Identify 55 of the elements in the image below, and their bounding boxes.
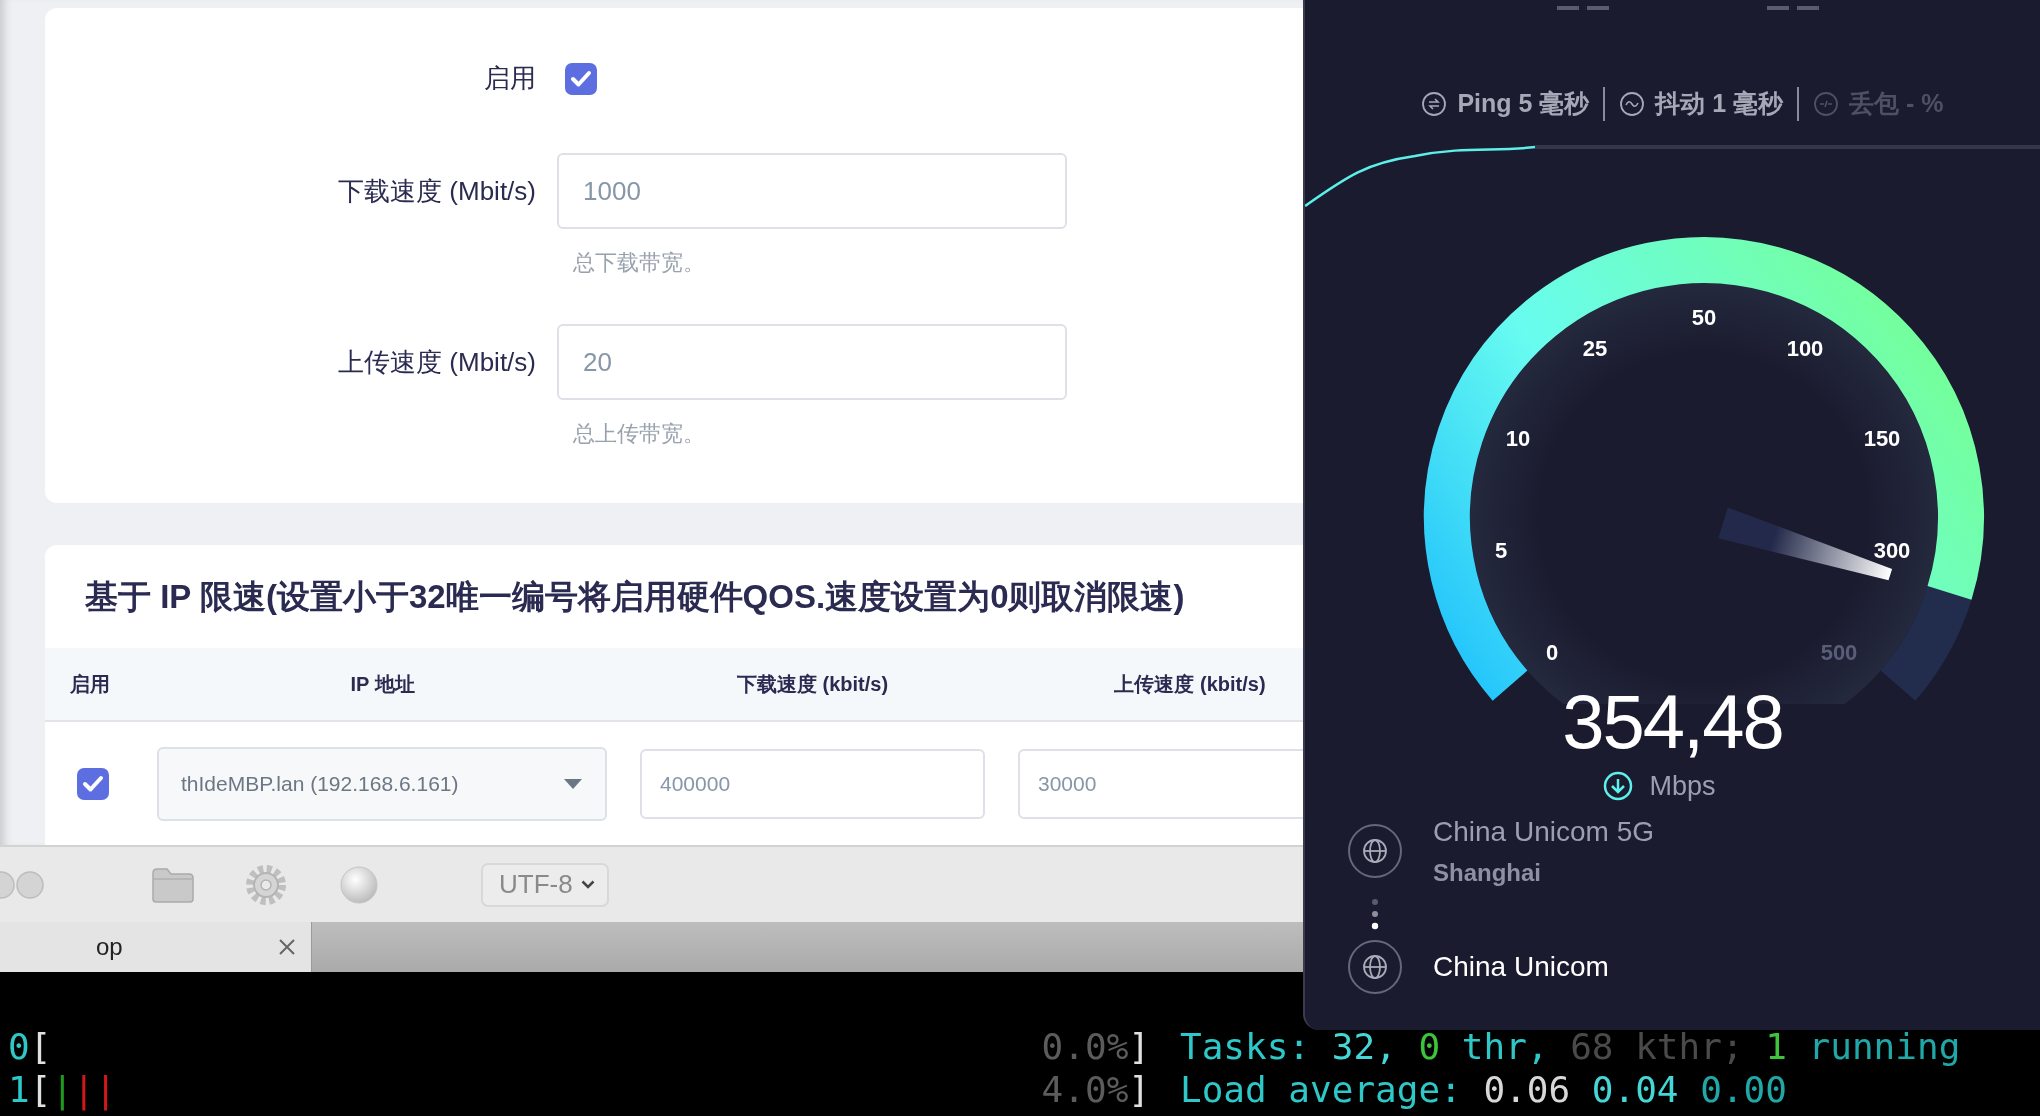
system-info: Tasks: 32, 0 thr, 68 kthr; 1 running xyxy=(1180,1025,1961,1068)
gauge-tick-label: 150 xyxy=(1863,425,1901,451)
close-icon[interactable] xyxy=(278,938,296,956)
folder-icon[interactable] xyxy=(152,866,194,903)
column-header: 下载速度 (kbit/s) xyxy=(736,673,889,695)
stat-label: 抖动 1 毫秒 xyxy=(1655,88,1784,120)
gauge-tick-label: 25 xyxy=(1582,335,1608,361)
server-name: China Unicom 5G xyxy=(1433,814,1654,849)
unit-label: Mbps xyxy=(1649,770,1716,803)
column-header: 上传速度 (kbit/s) xyxy=(1114,673,1266,695)
input-field[interactable]: 30000 xyxy=(1018,748,1303,819)
ping-icon xyxy=(1421,91,1448,117)
input-field[interactable]: 1000 xyxy=(557,153,1067,229)
column-header: IP 地址 xyxy=(350,673,415,695)
system-info: Load average: 0.06 0.04 0.00 xyxy=(1180,1068,1787,1111)
speed-value: 354,48 xyxy=(1562,684,1783,760)
chevron-icon xyxy=(580,880,595,889)
wave-icon xyxy=(1619,91,1646,117)
ip-select[interactable]: thIdeMBP.lan (192.168.6.161) xyxy=(157,746,607,821)
gear-icon[interactable] xyxy=(244,862,288,907)
cpu-percent: 0.0%] xyxy=(1041,1025,1150,1068)
terminal-tab[interactable]: op xyxy=(0,922,312,972)
field-label: 上传速度 (Mbit/s) xyxy=(337,345,536,379)
globe-icon xyxy=(1347,938,1403,995)
section-title: 基于 IP 限速(设置小于32唯一编号将启用硬件QOS.速度设置为0则取消限速) xyxy=(84,576,1186,617)
checkbox[interactable] xyxy=(565,62,597,95)
packet-loss-icon xyxy=(1813,91,1840,117)
encoding-dropdown[interactable]: UTF-8 xyxy=(481,862,609,907)
gauge-tick-label: 10 xyxy=(1505,425,1531,451)
globe-icon xyxy=(1347,822,1403,879)
input-field[interactable]: 20 xyxy=(557,324,1067,400)
column-header: 启用 xyxy=(70,673,110,695)
window-button[interactable] xyxy=(0,869,16,900)
gauge-tick-label: 100 xyxy=(1786,335,1824,361)
download-icon xyxy=(1603,771,1634,802)
help-text: 总上传带宽。 xyxy=(573,420,706,448)
cpu-meter: 0[ xyxy=(8,1025,52,1068)
gauge-tick-label: 300 xyxy=(1873,537,1911,563)
sphere-icon[interactable] xyxy=(339,864,379,905)
stat-label: Ping 5 毫秒 xyxy=(1457,88,1590,120)
checkbox[interactable] xyxy=(76,767,109,800)
enable-label: 启用 xyxy=(483,62,536,95)
gauge-tick-label: 5 xyxy=(1494,537,1508,563)
cpu-meter: 1[||| xyxy=(8,1068,117,1111)
cpu-percent: 4.0%] xyxy=(1041,1068,1150,1111)
help-text: 总下载带宽。 xyxy=(573,249,706,277)
isp-name: China Unicom xyxy=(1433,949,1609,984)
gauge-tick-label: 0 xyxy=(1545,639,1559,665)
server-location: Shanghai xyxy=(1433,857,1542,888)
input-field[interactable]: 400000 xyxy=(640,748,985,819)
field-label: 下载速度 (Mbit/s) xyxy=(337,174,536,208)
gauge-tick-label: 50 xyxy=(1691,304,1717,330)
dots-icon xyxy=(1370,896,1380,931)
gauge-tick-label: 500 xyxy=(1820,639,1858,665)
caret-icon xyxy=(563,777,583,790)
